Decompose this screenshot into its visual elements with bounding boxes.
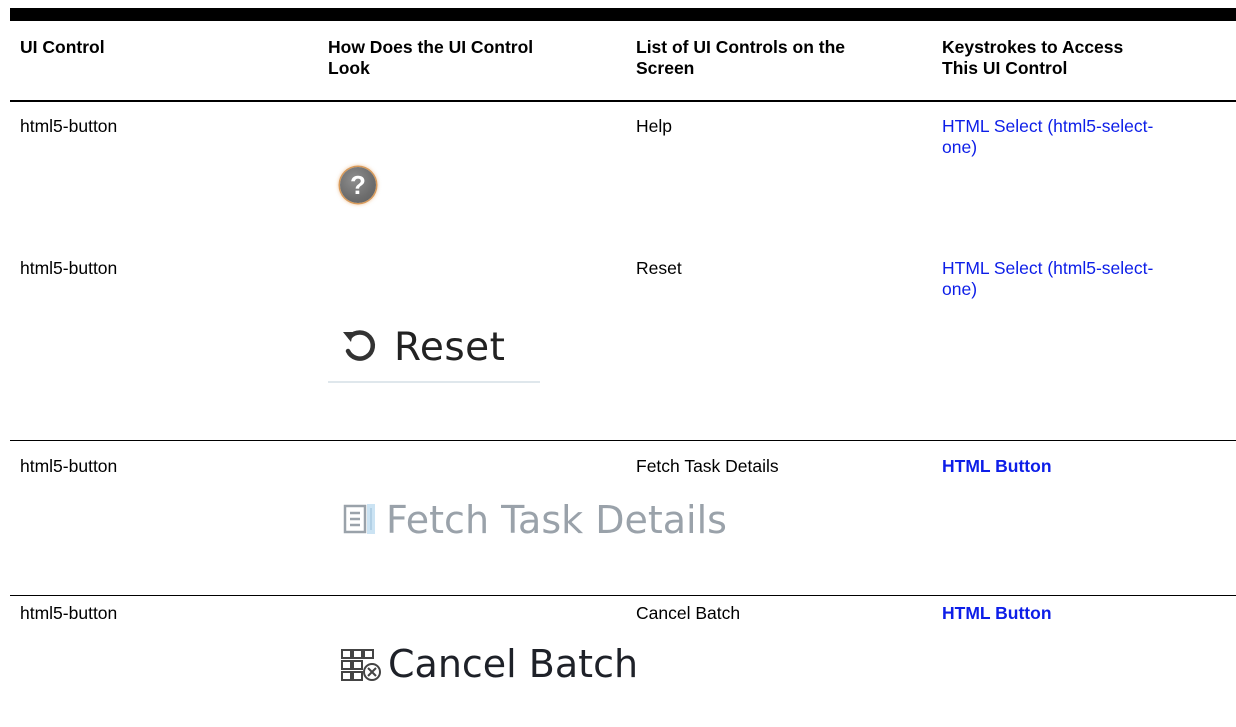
header-look: How Does the UI Control Look (328, 37, 628, 79)
header-list-line1: List of UI Controls on the (636, 37, 846, 57)
cancel-batch-icon (341, 649, 381, 681)
row-2-link-line1[interactable]: HTML Select (html5-select- (942, 258, 1232, 279)
header-look-line2: Look (328, 58, 370, 78)
row-3-link[interactable]: HTML Button (942, 456, 1232, 477)
row-1-link-line2[interactable]: one) (942, 137, 1232, 158)
row-4-image: Cancel Batch (340, 641, 638, 687)
help-icon-glyph: ? (350, 170, 366, 200)
header-look-line1: How Does the UI Control (328, 37, 534, 57)
header-ui-control: UI Control (20, 37, 105, 57)
row-1-control: html5-button (20, 116, 118, 136)
row-2-name: Reset (636, 258, 682, 278)
row-2-separator (10, 440, 1236, 441)
row-1-link[interactable]: HTML Select (html5-select- one) (942, 116, 1232, 158)
row-1-image: ? (340, 167, 376, 203)
cancel-batch-label: Cancel Batch (388, 642, 639, 686)
row-4-link[interactable]: HTML Button (942, 603, 1232, 624)
row-3-control: html5-button (20, 456, 118, 476)
header-keystrokes-line2: This UI Control (942, 58, 1068, 78)
row-2-image: Reset (340, 322, 505, 372)
header-list-line2: Screen (636, 58, 695, 78)
row-1-name: Help (636, 116, 672, 136)
document-table: UI Control How Does the UI Control Look … (10, 0, 1236, 727)
reset-label: Reset (394, 324, 506, 370)
row-4-name: Cancel Batch (636, 603, 741, 623)
row-3-name: Fetch Task Details (636, 456, 779, 476)
header-list: List of UI Controls on the Screen (636, 37, 926, 79)
header-keystrokes-line1: Keystrokes to Access (942, 37, 1124, 57)
header-separator (10, 100, 1236, 102)
task-details-icon (343, 504, 375, 534)
reset-arrow-icon (343, 330, 376, 361)
help-icon: ? (340, 167, 376, 203)
row-3-separator (10, 595, 1236, 596)
reset-underline (328, 381, 540, 383)
row-2-control: html5-button (20, 258, 118, 278)
table-top-rule (10, 8, 1236, 21)
row-4-control: html5-button (20, 603, 118, 623)
row-2-link[interactable]: HTML Select (html5-select- one) (942, 258, 1232, 300)
fetch-task-details-label: Fetch Task Details (386, 498, 727, 542)
row-1-link-line1[interactable]: HTML Select (html5-select- (942, 116, 1232, 137)
header-keystrokes: Keystrokes to Access This UI Control (942, 37, 1232, 79)
row-2-link-line2[interactable]: one) (942, 279, 1232, 300)
row-3-image: Fetch Task Details (342, 496, 727, 544)
